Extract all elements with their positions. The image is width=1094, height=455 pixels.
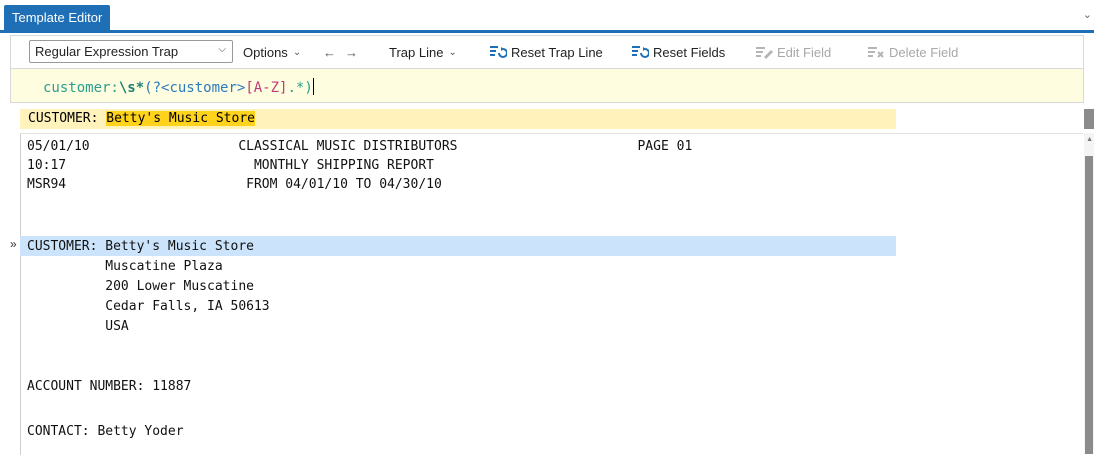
report-line[interactable]: Muscatine Plaza xyxy=(27,257,222,276)
back-button[interactable]: ← xyxy=(323,36,336,68)
report-line[interactable]: Cedar Falls, IA 50613 xyxy=(27,297,269,316)
delete-field-icon xyxy=(867,44,885,60)
report-line[interactable]: MSR94 FROM 04/01/10 TO 04/30/10 xyxy=(27,175,442,194)
trap-line-menu[interactable]: Trap Line ⌄ xyxy=(389,36,457,68)
forward-button[interactable]: → xyxy=(345,36,358,68)
trap-line-label: Trap Line xyxy=(389,44,444,60)
match-prefix: CUSTOMER: xyxy=(28,111,107,126)
report-line[interactable]: 10:17 MONTHLY SHIPPING REPORT xyxy=(27,156,434,175)
scroll-up-icon[interactable]: ▲ xyxy=(1086,136,1093,143)
chevron-down-icon[interactable]: ⌄ xyxy=(1083,8,1092,21)
regex-group-open: (?<customer> xyxy=(144,80,246,96)
chevron-down-icon: ⌵ xyxy=(218,44,226,55)
chevron-down-icon: ⌄ xyxy=(448,46,457,58)
edit-field-button[interactable]: Edit Field xyxy=(755,36,831,68)
match-text: CUSTOMER: Betty's Music Store xyxy=(28,111,255,126)
delete-field-button[interactable]: Delete Field xyxy=(867,36,958,68)
arrow-right-icon: → xyxy=(345,44,358,60)
reset-fields-label: Reset Fields xyxy=(653,44,726,60)
edit-field-icon xyxy=(755,44,773,60)
regex-escape: \s* xyxy=(118,80,145,96)
toolbar: Regular Expression Trap ⌵ Options ⌄ ← → … xyxy=(10,35,1084,68)
reset-trap-line-icon xyxy=(489,44,507,60)
options-label: Options xyxy=(243,44,288,60)
regex-literal: customer: xyxy=(43,80,119,96)
options-menu[interactable]: Options ⌄ xyxy=(243,36,301,68)
regex-group-close: .*) xyxy=(287,80,313,96)
trap-type-select[interactable]: Regular Expression Trap ⌵ xyxy=(29,40,233,63)
match-highlight: Betty's Music Store xyxy=(106,111,255,126)
trap-line-match: CUSTOMER: Betty's Music Store xyxy=(20,109,896,129)
reset-trap-line-label: Reset Trap Line xyxy=(511,44,603,60)
regex-char-class: [A-Z] xyxy=(245,80,288,96)
report-line-customer[interactable]: CUSTOMER: Betty's Music Store xyxy=(27,237,254,256)
report-line[interactable]: ACCOUNT NUMBER: 11887 xyxy=(27,377,191,396)
trap-type-value: Regular Expression Trap xyxy=(35,44,179,59)
edit-field-label: Edit Field xyxy=(777,44,832,60)
reset-trap-line-button[interactable]: Reset Trap Line xyxy=(489,36,603,68)
current-line-marker: » xyxy=(10,237,17,251)
chevron-down-icon: ⌄ xyxy=(292,46,302,58)
tab-bar: Template Editor ⌄ xyxy=(0,0,1094,33)
delete-field-label: Delete Field xyxy=(889,44,959,60)
tab-template-editor[interactable]: Template Editor xyxy=(4,5,111,31)
scrollbar-thumb[interactable] xyxy=(1085,156,1093,454)
text-cursor xyxy=(312,78,314,95)
arrow-left-icon: ← xyxy=(323,44,336,60)
match-indicator xyxy=(1084,109,1094,129)
tab-underline xyxy=(0,30,1094,33)
regex-expression[interactable]: customer:\s*(?<customer>[A-Z].*) xyxy=(43,78,314,96)
regex-input[interactable]: customer:\s*(?<customer>[A-Z].*) xyxy=(10,68,1084,103)
report-line[interactable]: USA xyxy=(27,317,128,336)
reset-fields-button[interactable]: Reset Fields xyxy=(631,36,725,68)
report-line[interactable]: 200 Lower Muscatine xyxy=(27,277,254,296)
report-line[interactable]: 05/01/10 CLASSICAL MUSIC DISTRIBUTORS PA… xyxy=(27,137,692,156)
report-line[interactable]: CONTACT: Betty Yoder xyxy=(27,422,184,441)
reset-fields-icon xyxy=(631,44,649,60)
